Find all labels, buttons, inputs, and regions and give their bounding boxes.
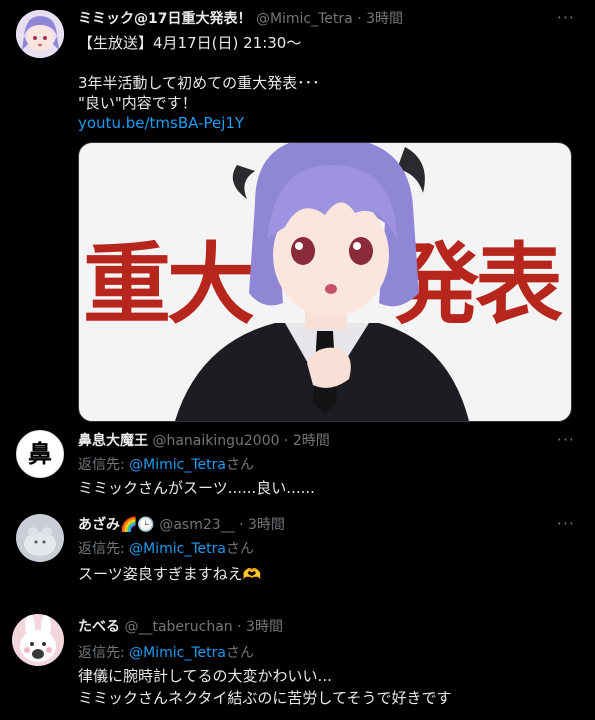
reply-prefix: 返信先: xyxy=(78,541,130,557)
avatar-hanaiki[interactable]: 鼻 xyxy=(16,430,64,478)
more-options-icon[interactable]: ··· xyxy=(557,430,575,449)
tweet-text: スーツ姿良すぎますねえ🫶 xyxy=(78,565,262,583)
timestamp[interactable]: 2時間 xyxy=(293,433,330,449)
separator-dot: · xyxy=(232,619,247,635)
timestamp[interactable]: 3時間 xyxy=(246,619,283,635)
reply-tweet[interactable]: たべる @__taberuchan · 3時間 返信先: @Mimic_Tetr… xyxy=(0,608,595,720)
author-name[interactable]: あざみ🌈🕒 xyxy=(78,517,155,533)
avatar-character: 鼻 xyxy=(28,440,52,468)
timestamp[interactable]: 3時間 xyxy=(248,517,285,533)
author-handle[interactable]: @__taberuchan xyxy=(124,619,232,635)
tweet-text-line: 律儀に腕時計してるの大変かわいい... xyxy=(78,667,332,685)
tweet-media-image[interactable]: 重大 発表 xyxy=(78,142,572,422)
avatar-mimic[interactable] xyxy=(16,10,64,58)
more-options-icon[interactable]: ··· xyxy=(557,514,575,533)
youtube-link[interactable]: youtu.be/tmsBA-Pej1Y xyxy=(78,113,244,133)
reply-prefix: 返信先: xyxy=(78,645,130,661)
reply-tweet[interactable]: 鼻 鼻息大魔王 @hanaikingu2000 · 2時間 ··· 返信先: @… xyxy=(0,430,595,510)
tweet-text-line: "良い"内容です！ xyxy=(78,94,197,112)
reply-mention[interactable]: @Mimic_Tetra xyxy=(129,645,226,661)
reply-tweet[interactable]: あざみ🌈🕒 @asm23__ · 3時間 ··· 返信先: @Mimic_Tet… xyxy=(0,512,595,602)
avatar-taberu[interactable] xyxy=(12,614,64,666)
author-name[interactable]: ミミック@17日重大発表！ xyxy=(78,11,251,27)
tweet-text-line: ミミックさんネクタイ結ぶのに苦労してそうで好きです xyxy=(78,689,452,707)
reply-suffix: さん xyxy=(225,645,254,661)
reply-suffix: さん xyxy=(225,541,254,557)
character-illustration xyxy=(175,143,469,421)
separator-dot: · xyxy=(279,433,293,449)
more-options-icon[interactable]: ··· xyxy=(557,8,575,27)
separator-dot: · xyxy=(234,517,249,533)
tweet-text-line: 【生放送】4月17日(日) 21:30〜 xyxy=(78,34,302,52)
separator-dot: · xyxy=(352,11,367,27)
author-handle[interactable]: @Mimic_Tetra xyxy=(256,11,353,27)
author-name[interactable]: たべる xyxy=(78,619,120,635)
reply-prefix: 返信先: xyxy=(78,457,130,473)
avatar-azami[interactable] xyxy=(16,514,64,562)
main-tweet[interactable]: ミミック@17日重大発表！ @Mimic_Tetra · 3時間 ··· 【生放… xyxy=(0,0,595,430)
tweet-text-line: 3年半活動して初めての重大発表･･･ xyxy=(78,74,320,92)
timestamp[interactable]: 3時間 xyxy=(366,11,403,27)
author-handle[interactable]: @hanaikingu2000 xyxy=(152,433,279,449)
tweet-text: ミミックさんがスーツ......良い...... xyxy=(78,479,315,497)
author-name[interactable]: 鼻息大魔王 xyxy=(78,433,148,449)
reply-mention[interactable]: @Mimic_Tetra xyxy=(129,541,226,557)
reply-suffix: さん xyxy=(225,457,254,473)
author-handle[interactable]: @asm23__ xyxy=(159,517,234,533)
reply-mention[interactable]: @Mimic_Tetra xyxy=(129,457,226,473)
